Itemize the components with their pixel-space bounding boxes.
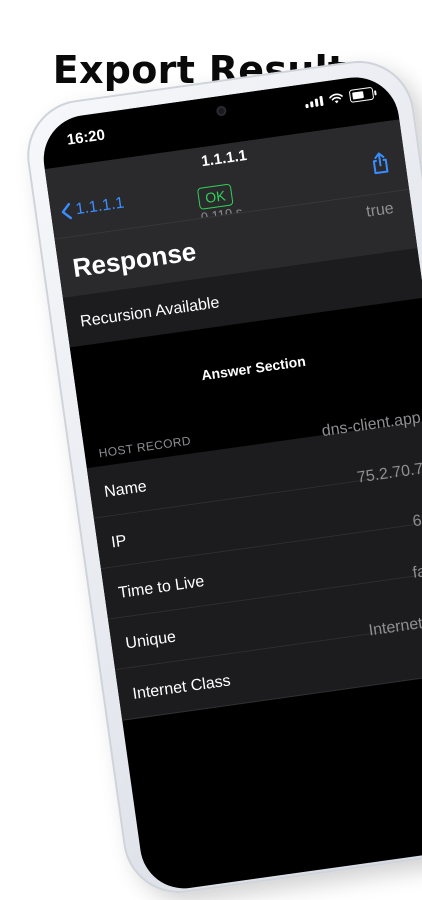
row-label: IP (110, 532, 128, 552)
chevron-left-icon (61, 202, 73, 220)
row-value: 600 (411, 509, 422, 531)
row-label: Unique (124, 628, 178, 653)
status-icons (304, 86, 375, 109)
response-title: Response (70, 236, 198, 284)
share-button[interactable] (370, 151, 392, 180)
back-button[interactable]: 1.1.1.1 (60, 195, 126, 222)
phone-screen: 16:20 1.1.1.1 1.1.1.1 OK 0.110 s (38, 71, 422, 895)
row-label: Internet Class (131, 672, 232, 703)
battery-icon (348, 86, 375, 103)
status-time: 16:20 (65, 126, 107, 149)
row-value: false (411, 560, 422, 582)
recursion-label: Recursion Available (79, 294, 221, 331)
share-icon (372, 152, 389, 175)
wifi-icon (329, 93, 343, 104)
row-label: Time to Live (117, 573, 206, 602)
row-label: Name (103, 478, 148, 501)
signal-icon (304, 95, 324, 108)
camera-icon (215, 105, 228, 117)
phone-mockup: 16:20 1.1.1.1 1.1.1.1 OK 0.110 s (20, 53, 422, 900)
recursion-value: true (365, 200, 395, 221)
back-label: 1.1.1.1 (74, 194, 126, 219)
answer-section-title: Answer Section (200, 352, 307, 384)
row-value: dns-client.app. (320, 408, 422, 441)
